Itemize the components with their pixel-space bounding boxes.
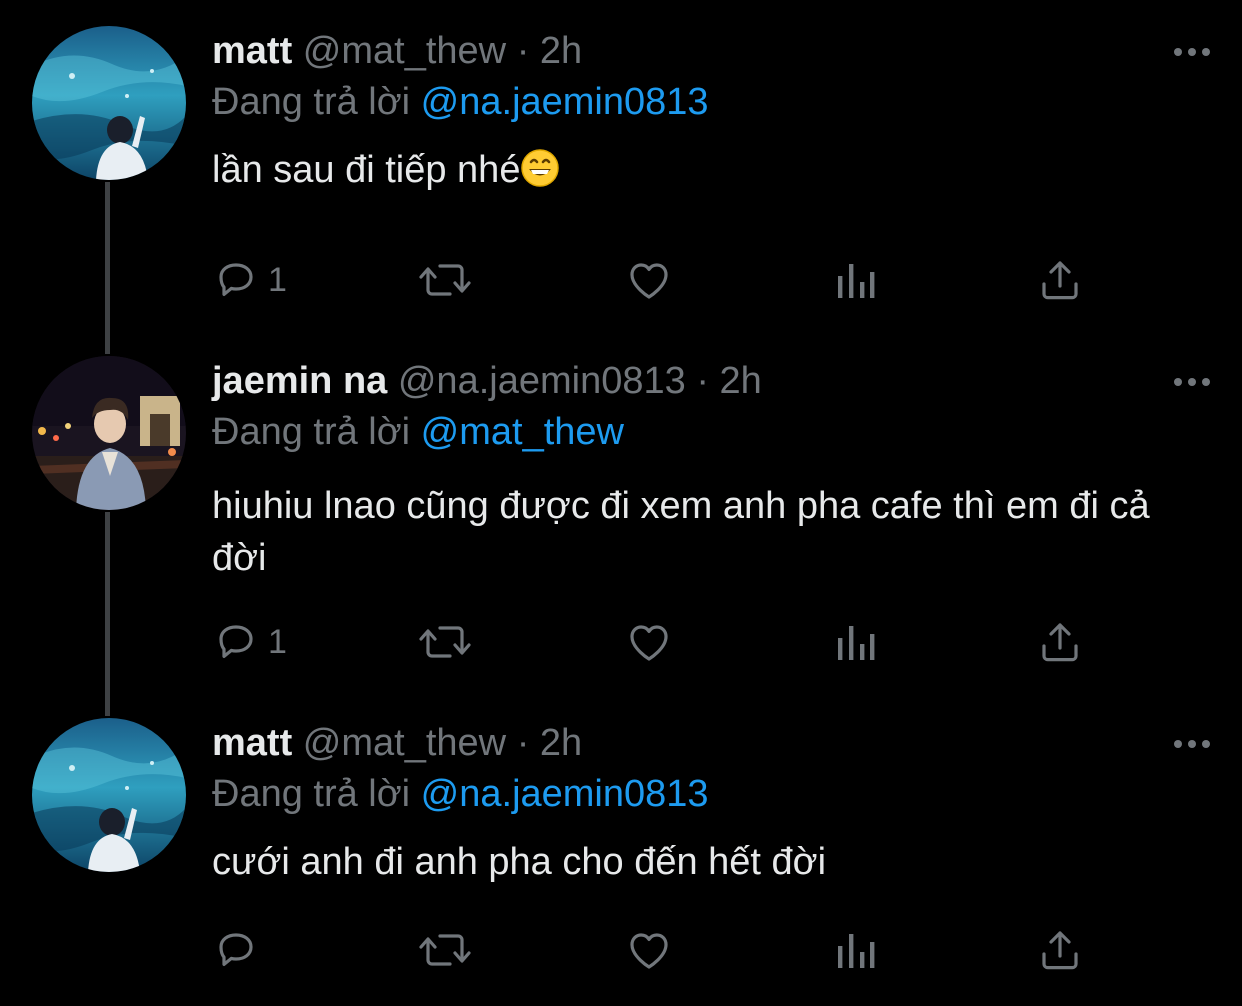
tweet-actions [212, 925, 1112, 975]
more-options-button[interactable] [1172, 734, 1212, 754]
tweet-actions: 1 [212, 255, 1112, 305]
tweet-actions: 1 [212, 617, 1112, 667]
reply-to-mention[interactable]: @na.jaemin0813 [421, 81, 709, 123]
tweet[interactable]: matt @mat_thew · 2h Đang trả lời @na.jae… [0, 0, 1242, 330]
timestamp[interactable]: · 2h [517, 722, 582, 764]
share-button[interactable] [1036, 617, 1084, 667]
like-button[interactable] [624, 255, 674, 305]
more-dots-icon [1174, 378, 1210, 386]
analytics-button[interactable] [834, 925, 878, 975]
tweet-header: matt @mat_thew · 2h [212, 26, 1202, 76]
share-upload-icon [1042, 931, 1078, 970]
tweet-header: matt @mat_thew · 2h [212, 718, 1202, 768]
tweet[interactable]: matt @mat_thew · 2h Đang trả lời @na.jae… [0, 692, 1242, 1006]
avatar[interactable] [32, 718, 186, 872]
display-name[interactable]: matt [212, 722, 292, 764]
retweet-icon [419, 934, 471, 966]
heart-icon [630, 625, 668, 661]
avatar-image-aquarium [32, 718, 186, 872]
reply-prefix: Đang trả lời [212, 773, 411, 815]
reply-count: 1 [268, 260, 287, 299]
analytics-button[interactable] [834, 255, 878, 305]
share-upload-icon [1042, 261, 1078, 300]
bar-chart-icon [838, 626, 875, 660]
user-handle[interactable]: @mat_thew [303, 722, 506, 764]
share-upload-icon [1042, 623, 1078, 662]
reply-context: Đang trả lời @na.jaemin0813 [212, 768, 1202, 820]
more-options-button[interactable] [1172, 42, 1212, 62]
reply-prefix: Đang trả lời [212, 411, 411, 453]
reply-bubble-icon [219, 933, 253, 966]
reply-bubble-icon [219, 625, 253, 658]
more-dots-icon [1174, 740, 1210, 748]
display-name[interactable]: matt [212, 30, 292, 72]
reply-button[interactable]: 1 [212, 255, 287, 305]
share-button[interactable] [1036, 255, 1084, 305]
reply-button[interactable]: 1 [212, 617, 287, 667]
timestamp[interactable]: · 2h [696, 360, 761, 402]
retweet-button[interactable] [418, 255, 472, 305]
analytics-button[interactable] [834, 617, 878, 667]
tweet-text: cưới anh đi anh pha cho đến hết đời [212, 841, 827, 883]
retweet-icon [419, 264, 471, 296]
retweet-button[interactable] [418, 617, 472, 667]
avatar-image-night-city [32, 356, 186, 510]
bar-chart-icon [838, 264, 875, 298]
tweet[interactable]: jaemin na @na.jaemin0813 · 2h Đang trả l… [0, 330, 1242, 690]
tweet-header: jaemin na @na.jaemin0813 · 2h [212, 356, 1202, 406]
avatar[interactable] [32, 26, 186, 180]
tweet-text: hiuhiu lnao cũng được đi xem anh pha caf… [212, 485, 1150, 579]
heart-icon [630, 933, 668, 969]
grinning-face-emoji [520, 148, 560, 202]
retweet-icon [419, 626, 471, 658]
reply-button[interactable] [212, 925, 268, 975]
retweet-button[interactable] [418, 925, 472, 975]
more-dots-icon [1174, 48, 1210, 56]
avatar[interactable] [32, 356, 186, 510]
reply-count: 1 [268, 622, 287, 661]
reply-context: Đang trả lời @mat_thew [212, 406, 1202, 458]
reply-to-mention[interactable]: @na.jaemin0813 [421, 773, 709, 815]
user-handle[interactable]: @na.jaemin0813 [398, 360, 686, 402]
bar-chart-icon [838, 934, 875, 968]
share-button[interactable] [1036, 925, 1084, 975]
tweet-text: lần sau đi tiếp nhé [212, 144, 1202, 202]
reply-prefix: Đang trả lời [212, 81, 411, 123]
heart-icon [630, 263, 668, 299]
like-button[interactable] [624, 925, 674, 975]
reply-to-mention[interactable]: @mat_thew [421, 411, 624, 453]
reply-bubble-icon [219, 263, 253, 296]
reply-context: Đang trả lời @na.jaemin0813 [212, 76, 1202, 128]
tweet-text-content: lần sau đi tiếp nhé [212, 149, 521, 191]
display-name[interactable]: jaemin na [212, 360, 387, 402]
user-handle[interactable]: @mat_thew [303, 30, 506, 72]
avatar-image-aquarium [32, 26, 186, 180]
more-options-button[interactable] [1172, 372, 1212, 392]
like-button[interactable] [624, 617, 674, 667]
timestamp[interactable]: · 2h [517, 30, 582, 72]
